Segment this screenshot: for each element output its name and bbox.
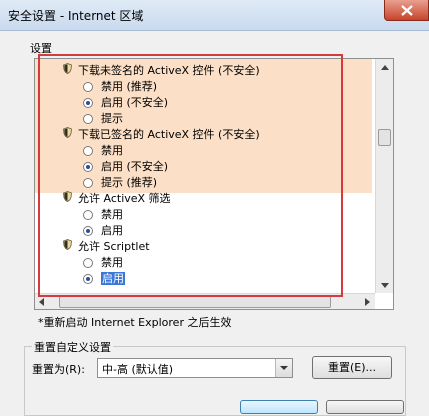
setting-option-label: 禁用 (推荐) <box>101 80 158 93</box>
setting-option[interactable]: 提示 <box>83 111 123 127</box>
scroll-down-icon[interactable] <box>381 283 389 288</box>
setting-header: 允许 Scriptlet <box>63 239 150 255</box>
setting-option[interactable]: 启用 <box>83 271 125 287</box>
setting-option-label: 提示 (推荐) <box>101 176 158 189</box>
setting-option-label: 禁用 <box>101 144 123 157</box>
radio-checked-icon[interactable] <box>83 162 93 172</box>
setting-option[interactable]: 提示 (推荐) <box>83 175 157 191</box>
chevron-down-icon[interactable] <box>275 359 292 377</box>
shield-icon <box>63 63 72 79</box>
settings-list[interactable]: 下载未签名的 ActiveX 控件 (不安全) 禁用 (推荐) 启用 (不安全) 提示… <box>34 58 394 310</box>
reset-level-select[interactable]: 中-高 (默认值) <box>97 358 293 378</box>
vertical-scroll-thumb[interactable] <box>378 129 391 146</box>
setting-option-label: 禁用 <box>101 208 123 221</box>
reset-button[interactable]: 重置(E)... <box>312 356 392 379</box>
radio-unchecked-icon[interactable] <box>83 82 93 92</box>
scroll-right-icon[interactable] <box>365 298 370 306</box>
setting-header-label: 允许 ActiveX 筛选 <box>78 192 171 205</box>
radio-checked-icon[interactable] <box>83 226 93 236</box>
cancel-button[interactable] <box>326 400 404 414</box>
setting-header: 允许 ActiveX 筛选 <box>63 191 171 207</box>
setting-header-label: 允许 Scriptlet <box>78 240 150 253</box>
radio-unchecked-icon[interactable] <box>83 146 93 156</box>
setting-option[interactable]: 启用 (不安全) <box>83 159 168 175</box>
horizontal-scroll-thumb[interactable] <box>59 296 331 308</box>
setting-option-label: 启用 (不安全) <box>101 96 169 109</box>
ok-button[interactable] <box>240 400 318 414</box>
setting-option[interactable]: 禁用 (推荐) <box>83 79 157 95</box>
settings-group-label: 设置 <box>30 42 52 55</box>
setting-option[interactable]: 启用 (不安全) <box>83 95 168 111</box>
close-button[interactable] <box>384 0 429 21</box>
setting-option-label: 启用 <box>101 272 125 285</box>
shield-icon <box>63 239 72 255</box>
window-title: 安全设置 - Internet 区域 <box>8 9 144 23</box>
radio-unchecked-icon[interactable] <box>83 210 93 220</box>
radio-unchecked-icon[interactable] <box>83 258 93 268</box>
vertical-scrollbar[interactable] <box>375 59 393 293</box>
radio-checked-icon[interactable] <box>83 98 93 108</box>
restart-note: *重新启动 Internet Explorer 之后生效 <box>38 316 232 329</box>
close-icon <box>401 5 413 16</box>
setting-header: 下载未签名的 ActiveX 控件 (不安全) <box>63 63 260 79</box>
setting-option-label: 禁用 <box>101 256 123 269</box>
shield-icon <box>63 127 72 143</box>
setting-option[interactable]: 启用 <box>83 223 123 239</box>
setting-header-label: 下载已签名的 ActiveX 控件 (不安全) <box>78 128 260 141</box>
title-bar: 安全设置 - Internet 区域 <box>0 0 429 31</box>
reset-group-label: 重置自定义设置 <box>32 339 113 355</box>
horizontal-scrollbar[interactable] <box>35 293 375 309</box>
setting-option[interactable]: 禁用 <box>83 207 123 223</box>
setting-header: 下载已签名的 ActiveX 控件 (不安全) <box>63 127 260 143</box>
setting-option[interactable]: 禁用 <box>83 143 123 159</box>
reset-to-label: 重置为(R): <box>32 363 85 376</box>
radio-unchecked-icon[interactable] <box>83 178 93 188</box>
radio-unchecked-icon[interactable] <box>83 114 93 124</box>
setting-header-label: 下载未签名的 ActiveX 控件 (不安全) <box>78 64 260 77</box>
radio-checked-icon[interactable] <box>83 274 93 284</box>
setting-option-label: 启用 <box>101 224 123 237</box>
setting-option[interactable]: 禁用 <box>83 255 123 271</box>
setting-option-label: 启用 (不安全) <box>101 160 169 173</box>
setting-option-label: 提示 <box>101 112 123 125</box>
shield-icon <box>63 191 72 207</box>
scroll-left-icon[interactable] <box>39 298 44 306</box>
scroll-up-icon[interactable] <box>381 65 389 70</box>
reset-level-value: 中-高 (默认值) <box>102 363 174 376</box>
